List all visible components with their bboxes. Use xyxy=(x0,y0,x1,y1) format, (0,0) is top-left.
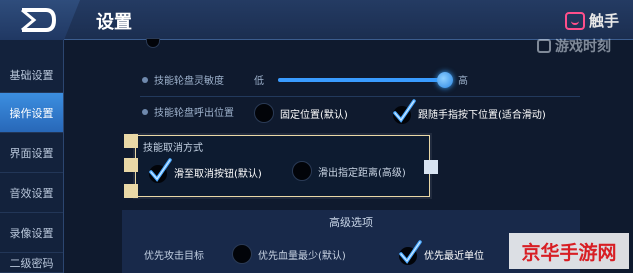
sidebar-item-password[interactable]: 二级密码 xyxy=(0,253,63,273)
checked-radio[interactable] xyxy=(398,240,422,265)
watermark-label: 游戏时刻 xyxy=(555,39,611,55)
sidebar-item-label: 基础设置 xyxy=(9,69,54,82)
divider xyxy=(140,96,580,97)
highlight-corner xyxy=(124,184,138,198)
cancel-option-distance[interactable]: 滑出指定距离(高级) xyxy=(292,161,406,181)
position-option-follow[interactable]: 跟随手指按下位置(适合滑动) xyxy=(392,99,546,124)
sidebar-item-recording[interactable]: 录像设置 xyxy=(0,213,63,253)
top-bar: 设置 触手 xyxy=(0,0,633,40)
priority-option-nearest[interactable]: 优先最近单位 xyxy=(398,240,484,265)
sidebar-item-label: 录像设置 xyxy=(9,226,54,240)
advanced-title: 高级选项 xyxy=(329,216,373,229)
sidebar-item-interface[interactable]: 界面设置 xyxy=(0,133,63,173)
page-title: 设置 xyxy=(96,12,132,33)
bullet-icon xyxy=(142,76,148,83)
sidebar-item-label: 界面设置 xyxy=(9,146,54,160)
cancel-label: 技能取消方式 xyxy=(143,143,203,154)
sidebar-item-controls[interactable]: 操作设置 xyxy=(0,93,63,133)
option-label: 滑出指定距离(高级) xyxy=(318,167,406,179)
sensitivity-slider[interactable] xyxy=(278,71,453,88)
highlight-corner xyxy=(124,134,138,148)
position-label: 技能轮盘呼出位置 xyxy=(154,108,234,119)
partial-row xyxy=(146,38,160,48)
radio-button[interactable] xyxy=(146,38,160,48)
play-icon xyxy=(537,39,551,53)
sidebar-item-sound[interactable]: 音效设置 xyxy=(0,173,63,213)
radio-button[interactable] xyxy=(292,161,312,181)
priority-row: 优先攻击目标 xyxy=(144,247,204,262)
cancel-row: 技能取消方式 xyxy=(143,139,203,154)
option-label: 固定位置(默认) xyxy=(280,109,348,121)
slider-fill xyxy=(278,77,445,82)
checkmark-icon xyxy=(393,99,416,124)
sidebar: 基础设置 操作设置 界面设置 音效设置 录像设置 二级密码 xyxy=(0,40,64,273)
slider-low-label: 低 xyxy=(254,76,264,87)
sidebar-item-label: 音效设置 xyxy=(9,186,54,200)
priority-option-lowest-hp[interactable]: 优先血量最少(默认) xyxy=(232,244,346,264)
radio-button[interactable] xyxy=(254,103,274,123)
priority-label: 优先攻击目标 xyxy=(144,251,204,262)
cancel-option-button[interactable]: 滑至取消按钮(默认) xyxy=(148,158,262,183)
option-label: 跟随手指按下位置(适合滑动) xyxy=(418,109,546,121)
checked-radio[interactable] xyxy=(148,158,172,183)
checkmark-icon xyxy=(399,240,422,265)
radio-button[interactable] xyxy=(232,244,252,264)
option-label: 滑至取消按钮(默认) xyxy=(174,168,262,180)
highlight-corner xyxy=(424,160,438,174)
brand-icon xyxy=(564,11,585,30)
sidebar-item-label: 二级密码 xyxy=(9,256,54,270)
sidebar-item-label: 操作设置 xyxy=(9,106,54,120)
slider-high-label: 高 xyxy=(458,76,468,87)
sidebar-item-basic[interactable]: 基础设置 xyxy=(0,58,63,93)
highlight-corner xyxy=(124,158,138,172)
brand-label: 触手 xyxy=(588,12,619,30)
checked-radio[interactable] xyxy=(392,99,416,124)
checkmark-icon xyxy=(149,158,172,183)
sensitivity-row: 技能轮盘灵敏度 低 高 xyxy=(142,71,468,88)
position-option-fixed[interactable]: 固定位置(默认) xyxy=(254,103,348,123)
sensitivity-label: 技能轮盘灵敏度 xyxy=(154,76,224,87)
bullet-icon xyxy=(142,108,148,115)
back-arrow-icon xyxy=(21,8,57,32)
watermark-bottom: 京华手游网 xyxy=(509,233,629,269)
brand-logo: 触手 xyxy=(564,10,619,31)
watermark-top: 游戏时刻 xyxy=(537,36,611,56)
back-button[interactable] xyxy=(0,0,80,40)
slider-knob[interactable] xyxy=(436,71,453,88)
option-label: 优先血量最少(默认) xyxy=(258,250,346,262)
option-label: 优先最近单位 xyxy=(424,250,484,262)
position-row: 技能轮盘呼出位置 xyxy=(142,104,234,119)
